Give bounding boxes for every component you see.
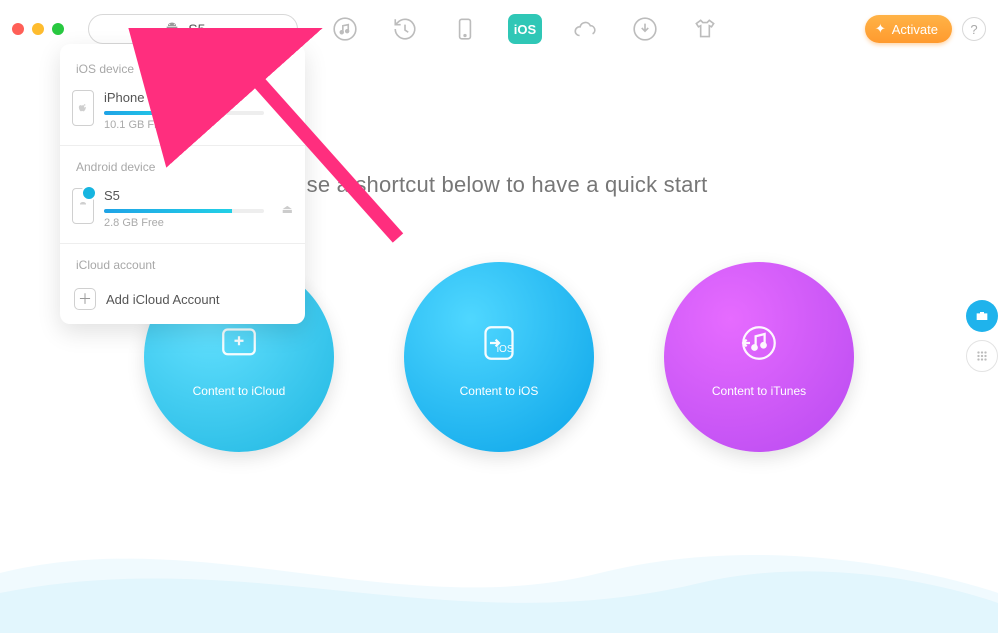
device-body: S5 2.8 GB Free bbox=[104, 188, 272, 229]
device-selector-label: S5 bbox=[188, 21, 205, 37]
shortcut-content-to-ios[interactable]: iOS Content to iOS bbox=[404, 262, 594, 452]
device-row-ios[interactable]: iPhone (Сергей) 10.1 GB Free ⏏ bbox=[60, 82, 305, 139]
activate-button[interactable]: ✦ Activate bbox=[865, 15, 952, 43]
briefcase-icon[interactable] bbox=[966, 300, 998, 332]
maximize-window-button[interactable] bbox=[52, 23, 64, 35]
device-dropdown-panel: iOS device iPhone (Сергей) 10.1 GB Free … bbox=[60, 44, 305, 324]
device-row-android[interactable]: S5 2.8 GB Free ⏏ bbox=[60, 180, 305, 237]
chevron-down-icon: ⌄ bbox=[213, 24, 221, 35]
right-controls: ✦ Activate ? bbox=[865, 15, 986, 43]
dropdown-section-ios: iOS device bbox=[60, 54, 305, 82]
download-icon[interactable] bbox=[628, 12, 662, 46]
shortcut-label: Content to iOS bbox=[460, 384, 539, 398]
shortcut-label: Content to iCloud bbox=[193, 384, 286, 398]
android-icon bbox=[164, 20, 180, 39]
plus-icon: ＋ bbox=[74, 288, 96, 310]
device-selector-dropdown[interactable]: S5 ⌄ bbox=[88, 14, 298, 44]
window-controls bbox=[12, 23, 64, 35]
dropdown-section-android: Android device bbox=[60, 152, 305, 180]
add-icloud-account[interactable]: ＋ Add iCloud Account bbox=[60, 278, 305, 320]
eject-icon[interactable]: ⏏ bbox=[282, 202, 293, 216]
dropdown-section-icloud: iCloud account bbox=[60, 250, 305, 278]
shortcut-label: Content to iTunes bbox=[712, 384, 806, 398]
cloud-icon[interactable] bbox=[568, 12, 602, 46]
shortcut-content-to-itunes[interactable]: Content to iTunes bbox=[664, 262, 854, 452]
android-phone-icon bbox=[72, 188, 94, 224]
help-button[interactable]: ? bbox=[962, 17, 986, 41]
activate-label: Activate bbox=[892, 22, 938, 37]
add-icloud-label: Add iCloud Account bbox=[106, 292, 219, 307]
toolbar: iOS bbox=[328, 12, 722, 46]
music-icon[interactable] bbox=[328, 12, 362, 46]
iphone-icon bbox=[72, 90, 94, 126]
eject-icon[interactable]: ⏏ bbox=[282, 104, 293, 118]
tshirt-icon[interactable] bbox=[688, 12, 722, 46]
device-body: iPhone (Сергей) 10.1 GB Free bbox=[104, 90, 272, 131]
storage-free: 2.8 GB Free bbox=[104, 217, 272, 229]
sparkle-icon: ✦ bbox=[875, 21, 886, 37]
device-name: S5 bbox=[104, 188, 272, 203]
close-window-button[interactable] bbox=[12, 23, 24, 35]
phone-icon[interactable] bbox=[448, 12, 482, 46]
ios-badge-icon[interactable]: iOS bbox=[508, 14, 542, 44]
storage-bar bbox=[104, 209, 264, 213]
device-name: iPhone (Сергей) bbox=[104, 90, 272, 105]
wave-decoration bbox=[0, 513, 998, 633]
storage-bar bbox=[104, 111, 264, 115]
svg-text:iOS: iOS bbox=[497, 344, 514, 355]
minimize-window-button[interactable] bbox=[32, 23, 44, 35]
divider bbox=[60, 243, 305, 244]
storage-free: 10.1 GB Free bbox=[104, 119, 272, 131]
history-icon[interactable] bbox=[388, 12, 422, 46]
side-float-buttons bbox=[966, 300, 998, 372]
divider bbox=[60, 145, 305, 146]
grid-icon[interactable] bbox=[966, 340, 998, 372]
